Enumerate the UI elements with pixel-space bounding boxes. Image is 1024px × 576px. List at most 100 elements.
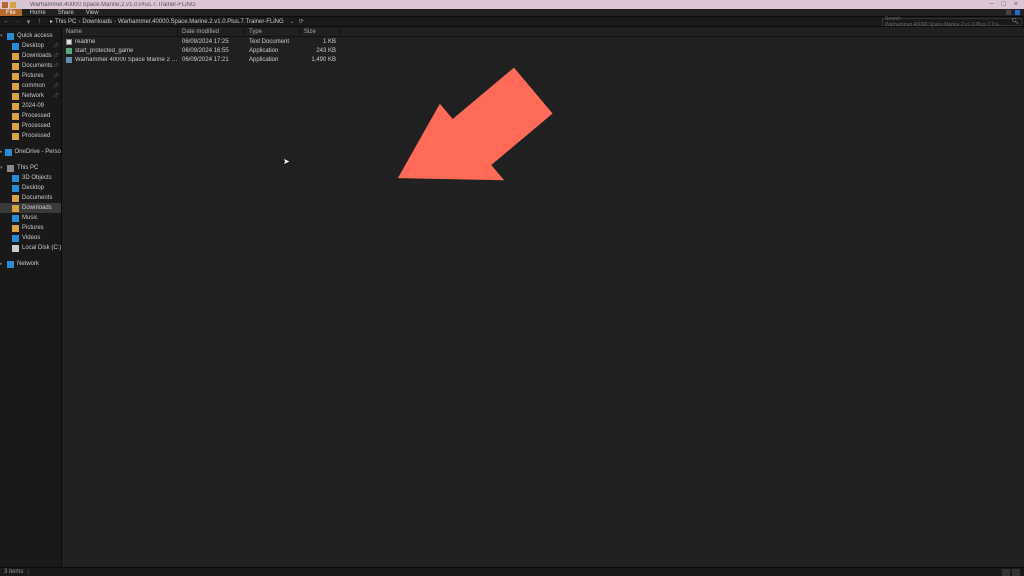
sidebar-item-label: Desktop [22,185,44,191]
folder-icon [12,175,19,182]
column-name[interactable]: Name [62,27,178,36]
file-row[interactable]: readme06/09/2024 17:25Text Document1 KB [62,37,1024,46]
sidebar-pc-item[interactable]: Local Disk (C:) [0,243,61,253]
sidebar-onedrive[interactable]: ▸ OneDrive - Personal [0,147,61,157]
back-button[interactable]: ← [2,18,11,26]
qat-icon [18,2,24,8]
folder-icon [10,2,16,8]
breadcrumb-root-icon[interactable]: ▸ [50,18,53,25]
details-view-icon[interactable] [1002,569,1010,576]
breadcrumb-item-2[interactable]: Warhammer.40000.Space.Marine.2.v1.0.Plus… [118,19,284,25]
pin-icon: 📌︎ [53,83,59,89]
sidebar-item-label: Network [22,93,44,99]
breadcrumb[interactable]: ▸ This PC › Downloads › Warhammer.40000.… [46,18,880,25]
sidebar-pc-item[interactable]: Videos [0,233,61,243]
sidebar-quick-item[interactable]: Pictures 📌︎ [0,71,61,81]
file-row[interactable]: start_protected_game06/09/2024 16:55Appl… [62,46,1024,55]
column-size[interactable]: Size [300,27,340,36]
search-input[interactable]: Search Warhammer.40000.Space.Marine.2.v1… [882,18,1022,26]
sidebar-item-label: Desktop [22,43,44,49]
chevron-right-icon: › [114,19,116,25]
titlebar: Warhammer.40000.Space.Marine.2.v1.0.Plus… [0,0,1024,9]
file-date: 06/09/2024 16:55 [178,46,245,55]
folder-icon [12,235,19,242]
annotation-arrow [362,62,582,224]
pin-icon: 📌︎ [53,43,59,49]
sidebar-pc-item[interactable]: 3D Objects [0,173,61,183]
pin-icon: 📌︎ [53,73,59,79]
sidebar-quick-item[interactable]: Documents📌︎ [0,61,61,71]
sidebar-quick-access[interactable]: ▾ Quick access [0,31,61,41]
sidebar-item-label: Local Disk (C:) [22,245,61,251]
explorer-icon [2,2,8,8]
pin-icon: 📌︎ [53,63,59,69]
file-date: 06/09/2024 17:21 [178,55,245,64]
refresh-icon[interactable]: ⟳ [299,18,304,25]
minimize-button[interactable]: − [990,1,994,8]
file-icon [66,57,72,63]
folder-icon [12,225,19,232]
folder-icon [12,103,19,110]
file-row[interactable]: Warhammer 40000 Space Marine 2 v1.0 Plus… [62,55,1024,64]
sidebar-quick-item[interactable]: Downloads📌︎ [0,51,61,61]
sidebar-quick-item[interactable]: Processed [0,111,61,121]
sidebar-pc-item[interactable]: Pictures [0,223,61,233]
recent-button[interactable]: ▾ [24,18,33,26]
search-icon[interactable]: 🔍︎ [1011,18,1019,25]
sidebar-pc-item[interactable]: Documents [0,193,61,203]
folder-icon [12,185,19,192]
sidebar-pc-item[interactable]: Desktop [0,183,61,193]
sidebar-label: This PC [17,165,38,171]
ribbon-expand-icon[interactable] [1015,10,1020,15]
sidebar-quick-item[interactable]: Processed [0,121,61,131]
file-type: Text Document [245,37,300,46]
sidebar-item-label: Pictures [22,225,44,231]
sidebar-item-label: Processed [22,133,50,139]
sidebar-quick-item[interactable]: 2024-09 [0,101,61,111]
folder-icon [12,245,19,252]
thumbnails-view-icon[interactable] [1012,569,1020,576]
window-controls: − □ × [990,1,1022,8]
sidebar-this-pc[interactable]: ▾ This PC [0,163,61,173]
sidebar-label: Quick access [17,33,53,39]
sidebar-quick-item[interactable]: Network📌︎ [0,91,61,101]
view-tab[interactable]: View [80,9,105,16]
sidebar-item-label: Videos [22,235,40,241]
file-name: readme [75,39,95,45]
sidebar-label: Network [17,261,39,267]
up-button[interactable]: ↑ [35,18,44,26]
share-tab[interactable]: Share [52,9,80,16]
star-icon [7,33,14,40]
breadcrumb-dropdown[interactable]: ⌄ [290,18,295,25]
sidebar-item-label: Documents [22,195,52,201]
folder-icon [12,43,19,50]
column-date[interactable]: Date modified [178,27,245,36]
search-placeholder: Search Warhammer.40000.Space.Marine.2.v1… [885,16,1011,28]
chevron-right-icon: › [78,19,80,25]
sidebar-quick-item[interactable]: common📌︎ [0,81,61,91]
sidebar-network[interactable]: ▸ Network [0,259,61,269]
ribbon-help-icon[interactable] [1006,10,1011,15]
file-date: 06/09/2024 17:25 [178,37,245,46]
column-type[interactable]: Type [245,27,300,36]
sidebar-quick-item[interactable]: Processed [0,131,61,141]
folder-icon [12,195,19,202]
breadcrumb-item-1[interactable]: Downloads [82,19,112,25]
file-tab[interactable]: File [0,9,22,16]
sidebar: ▾ Quick access Desktop📌︎Downloads📌︎Docum… [0,27,62,567]
breadcrumb-item-0[interactable]: This PC [55,19,76,25]
folder-icon [12,215,19,222]
sidebar-quick-item[interactable]: Desktop 📌︎ [0,41,61,51]
sidebar-pc-item[interactable]: Downloads [0,203,61,213]
home-tab[interactable]: Home [24,9,52,16]
status-items: 3 items [4,569,23,575]
folder-icon [12,123,19,130]
folder-icon [12,93,19,100]
sidebar-item-label: 2024-09 [22,103,44,109]
forward-button[interactable]: → [13,18,22,26]
close-button[interactable]: × [1014,1,1018,8]
sidebar-item-label: Pictures [22,73,44,79]
maximize-button[interactable]: □ [1002,1,1006,8]
pc-icon [7,165,14,172]
sidebar-pc-item[interactable]: Music [0,213,61,223]
